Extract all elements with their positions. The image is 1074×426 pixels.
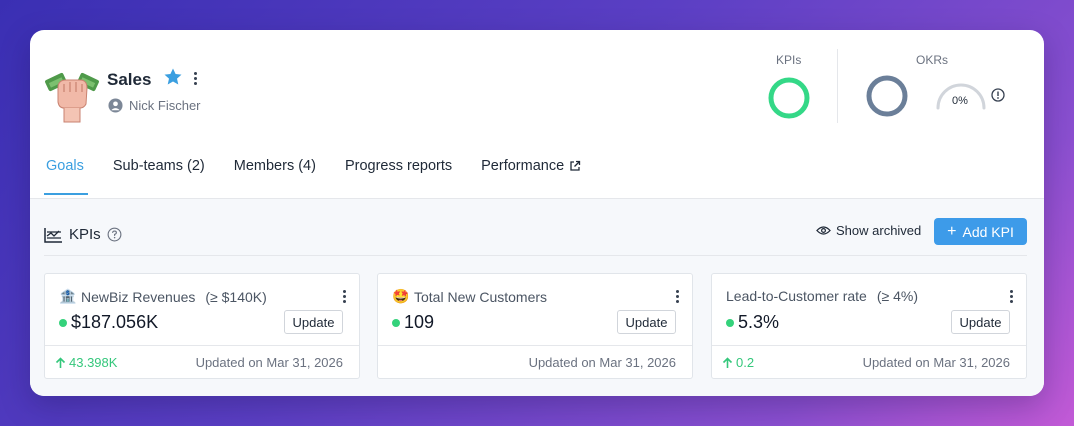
tab-goals[interactable]: Goals xyxy=(46,158,84,174)
update-button[interactable]: Update xyxy=(284,310,343,334)
update-button[interactable]: Update xyxy=(617,310,676,334)
tab-performance[interactable]: Performance xyxy=(481,158,581,174)
kpi-card-title: 🤩 Total New Customers xyxy=(392,288,547,305)
kpi-card-title: 🏦 NewBiz Revenues (≥ $140K) xyxy=(59,288,267,305)
kpi-delta-value: 0.2 xyxy=(736,355,755,370)
plus-icon: + xyxy=(947,222,957,240)
kpi-menu-button[interactable] xyxy=(1006,288,1016,304)
user-icon xyxy=(108,98,123,113)
metrics-divider xyxy=(837,49,838,123)
kpi-value-row: 5.3% xyxy=(726,312,779,333)
kpi-name[interactable]: NewBiz Revenues xyxy=(81,289,195,305)
arrow-up-icon xyxy=(55,356,66,368)
show-archived-label: Show archived xyxy=(836,223,922,238)
team-owner: Nick Fischer xyxy=(108,98,201,113)
kpi-card[interactable]: Lead-to-Customer rate (≥ 4%) 5.3% Update… xyxy=(711,273,1027,379)
section-divider xyxy=(44,255,1027,256)
kpi-delta: 0.2 xyxy=(722,355,754,370)
kpis-metric-label: KPIs xyxy=(776,53,802,67)
kpi-updated-date: Updated on Mar 31, 2026 xyxy=(862,355,1010,370)
kpi-section-title: KPIs xyxy=(69,226,101,243)
kpi-value: 109 xyxy=(404,312,435,332)
money-fist-icon xyxy=(45,72,99,123)
show-archived-toggle[interactable]: Show archived xyxy=(816,223,921,238)
kpi-card-divider xyxy=(712,345,1026,346)
star-struck-icon: 🤩 xyxy=(392,288,410,304)
bank-icon: 🏦 xyxy=(59,288,77,304)
kpi-name[interactable]: Total New Customers xyxy=(414,289,547,305)
kpi-delta: 43.398K xyxy=(55,355,117,370)
arrow-up-icon xyxy=(722,356,733,368)
kpi-card-title: Lead-to-Customer rate (≥ 4%) xyxy=(726,288,918,304)
owner-name: Nick Fischer xyxy=(129,98,201,113)
status-dot-icon xyxy=(59,318,67,327)
update-button[interactable]: Update xyxy=(951,310,1010,334)
team-tabs: Goals Sub-teams (2) Members (4) Progress… xyxy=(46,158,581,174)
tab-sub-teams[interactable]: Sub-teams (2) xyxy=(113,158,205,174)
kpi-target: (≥ $140K) xyxy=(205,288,267,305)
status-dot-icon xyxy=(726,318,734,327)
add-kpi-button[interactable]: + Add KPI xyxy=(934,218,1027,245)
kpi-card-divider xyxy=(45,345,359,346)
kpi-delta-value: 43.398K xyxy=(69,355,118,370)
kpi-target: (≥ 4%) xyxy=(876,288,918,304)
kpi-chart-icon xyxy=(44,227,62,243)
page-title: Sales xyxy=(107,70,152,89)
help-icon[interactable] xyxy=(107,227,122,242)
kpi-name[interactable]: Lead-to-Customer rate xyxy=(726,288,867,304)
kpi-section: KPIs Show archived + Add KPI 🏦 NewBiz Re… xyxy=(30,198,1044,396)
team-card: Sales Nick Fischer KPIs OKRs 0% Goals Su… xyxy=(30,30,1044,396)
external-link-icon xyxy=(570,160,581,171)
kpi-value: $187.056K xyxy=(71,312,159,332)
active-tab-indicator xyxy=(44,193,88,195)
star-icon[interactable] xyxy=(163,67,183,87)
kpi-value-row: 109 xyxy=(392,312,434,333)
okr-progress-value: 0% xyxy=(952,95,968,107)
kpi-card[interactable]: 🏦 NewBiz Revenues (≥ $140K) $187.056K Up… xyxy=(44,273,360,379)
status-dot-icon xyxy=(392,318,400,327)
kpi-updated-date: Updated on Mar 31, 2026 xyxy=(195,355,343,370)
kpi-section-header: KPIs xyxy=(44,226,122,243)
okr-progress-ring[interactable] xyxy=(865,74,909,118)
tab-progress-reports[interactable]: Progress reports xyxy=(345,158,452,174)
kpi-card-divider xyxy=(378,345,692,346)
kpi-updated-date: Updated on Mar 31, 2026 xyxy=(528,355,676,370)
kpi-card[interactable]: 🤩 Total New Customers 109 Update Updated… xyxy=(377,273,693,379)
team-menu-button[interactable] xyxy=(188,69,202,87)
kpi-value-row: $187.056K xyxy=(59,312,158,333)
kpi-value: 5.3% xyxy=(738,312,780,332)
kpi-menu-button[interactable] xyxy=(339,288,349,304)
kpi-progress-ring[interactable] xyxy=(767,76,811,120)
tab-members[interactable]: Members (4) xyxy=(234,158,316,174)
info-icon[interactable] xyxy=(991,88,1005,102)
kpi-menu-button[interactable] xyxy=(672,288,682,304)
okrs-metric-label: OKRs xyxy=(916,53,949,67)
add-kpi-label: Add KPI xyxy=(962,223,1014,240)
eye-icon xyxy=(816,226,831,235)
